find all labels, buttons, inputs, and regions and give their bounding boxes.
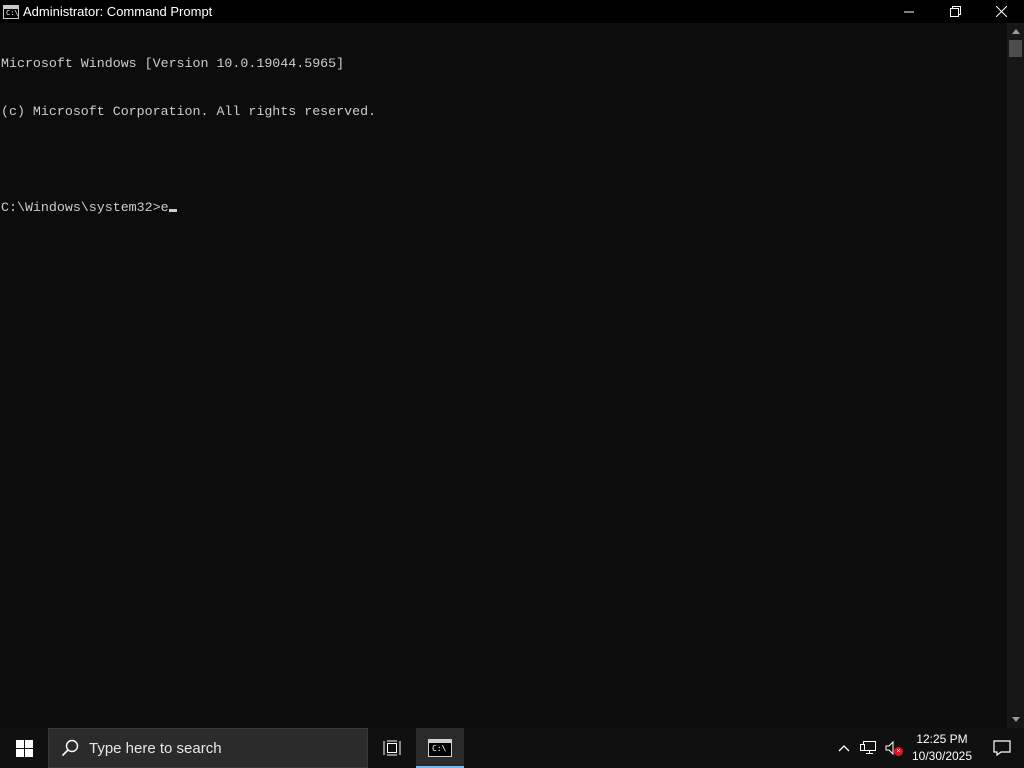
restore-button[interactable] <box>932 0 978 23</box>
notification-icon <box>993 740 1011 756</box>
network-icon <box>860 741 876 754</box>
windows-logo-icon <box>15 739 33 757</box>
command-prompt-icon: C:\ <box>428 739 452 757</box>
console-line: (c) Microsoft Corporation. All rights re… <box>1 104 377 119</box>
scroll-down-button[interactable] <box>1007 711 1024 728</box>
search-placeholder: Type here to search <box>89 739 222 757</box>
console-output[interactable]: Microsoft Windows [Version 10.0.19044.59… <box>0 23 1007 728</box>
scroll-up-button[interactable] <box>1007 23 1024 40</box>
close-icon <box>995 6 1007 17</box>
title-bar[interactable]: C:\ Administrator: Command Prompt <box>0 0 1024 23</box>
window-title: Administrator: Command Prompt <box>23 4 213 19</box>
close-button[interactable] <box>978 0 1024 23</box>
chevron-up-icon <box>838 745 850 752</box>
task-view-icon <box>383 740 401 756</box>
start-button[interactable] <box>0 728 48 768</box>
show-hidden-icons-button[interactable] <box>832 728 856 768</box>
taskbar-command-prompt[interactable]: C:\ <box>416 728 464 768</box>
restore-icon <box>949 6 961 17</box>
taskbar-clock[interactable]: 12:25 PM 10/30/2025 <box>904 728 980 768</box>
command-prompt-input[interactable]: C:\Windows\system32>e <box>1 200 169 215</box>
clock-date: 10/30/2025 <box>911 749 973 763</box>
taskbar: Type here to search C:\ × 12:25 PM 10/30… <box>0 728 1024 768</box>
window-controls <box>886 0 1024 23</box>
volume-button[interactable]: × <box>880 728 904 768</box>
clock-time: 12:25 PM <box>916 732 968 746</box>
command-prompt-icon: C:\ <box>3 4 19 19</box>
task-view-button[interactable] <box>368 728 416 768</box>
console-line: Microsoft Windows [Version 10.0.19044.59… <box>1 56 345 71</box>
vertical-scrollbar[interactable] <box>1007 23 1024 728</box>
arrow-up-icon <box>1011 29 1020 34</box>
arrow-down-icon <box>1011 717 1020 722</box>
action-center-button[interactable] <box>980 728 1024 768</box>
taskbar-search-box[interactable]: Type here to search <box>48 728 368 768</box>
network-button[interactable] <box>856 728 880 768</box>
command-line[interactable]: C:\Windows\system32>e <box>1 200 1007 216</box>
text-cursor <box>168 209 177 212</box>
mute-badge: × <box>894 747 903 756</box>
minimize-button[interactable] <box>886 0 932 23</box>
scroll-thumb[interactable] <box>1009 40 1022 57</box>
system-tray: × 12:25 PM 10/30/2025 <box>832 728 1024 768</box>
search-icon <box>61 739 79 757</box>
minimize-icon <box>904 11 914 12</box>
